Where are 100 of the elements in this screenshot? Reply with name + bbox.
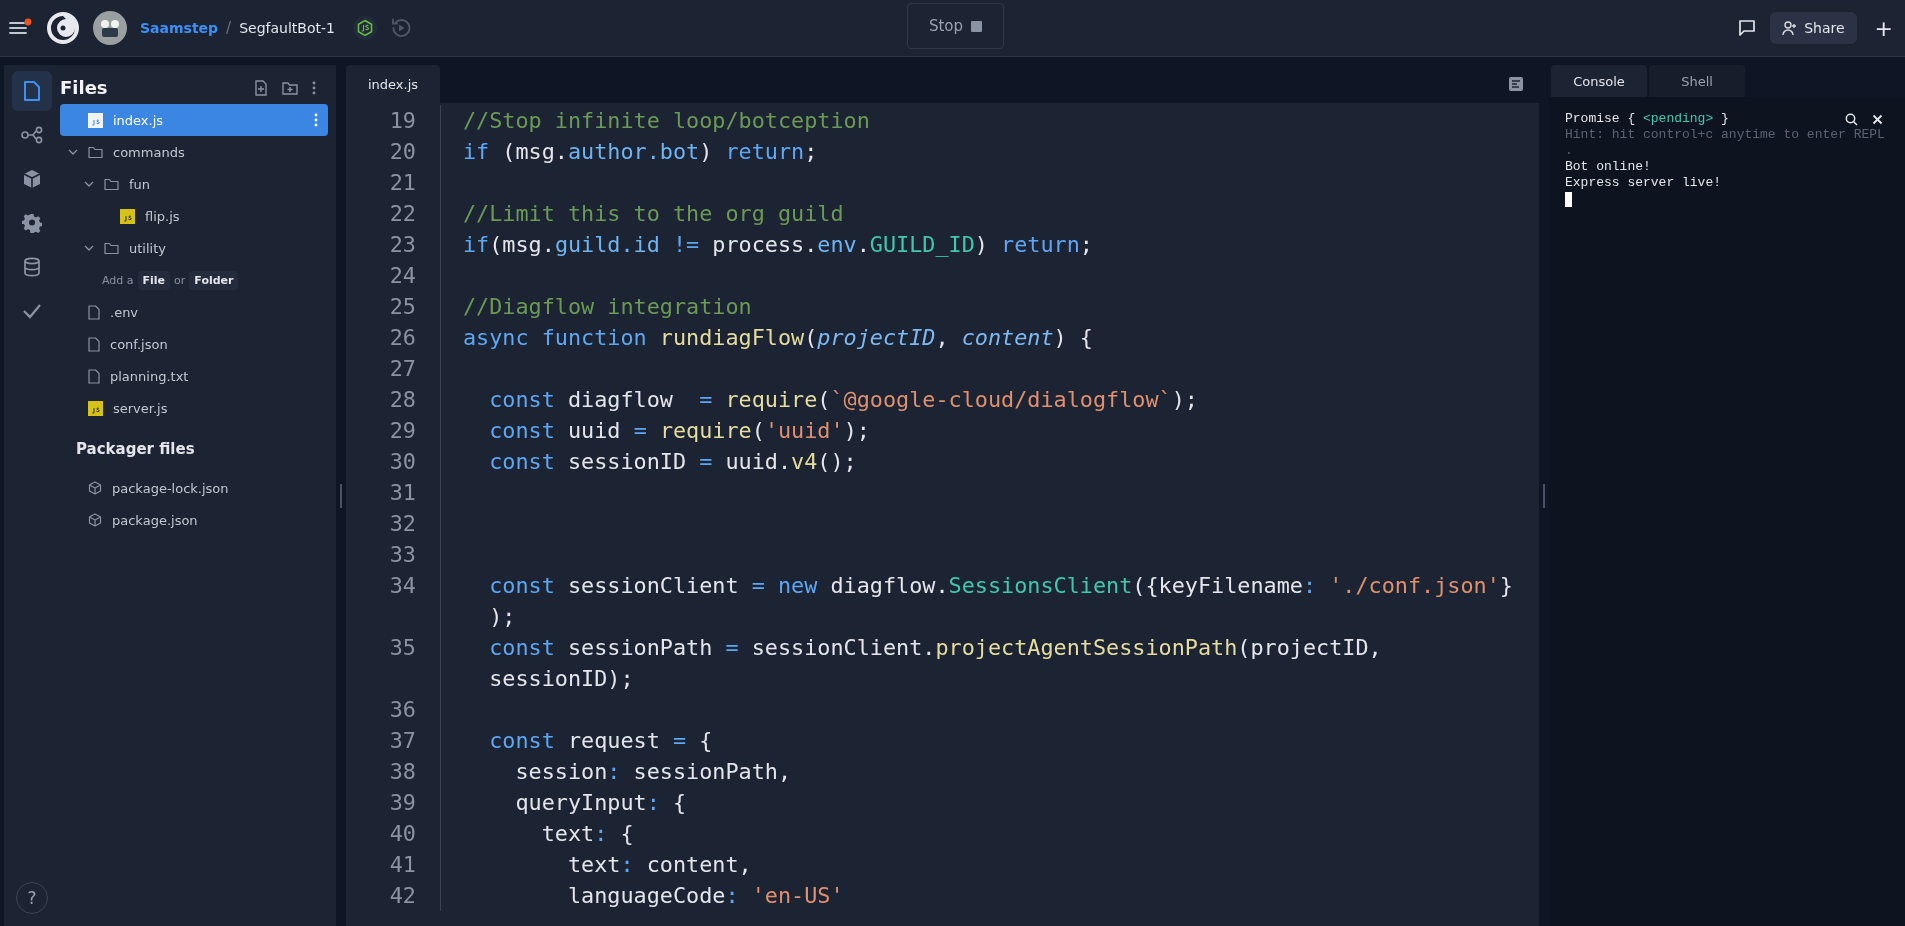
code-line: //Diagflow integration [463, 294, 752, 319]
js-file-icon [120, 208, 135, 224]
repl-name[interactable]: SegfaultBot-1 [239, 20, 335, 36]
file-tree-item[interactable]: package.json [60, 504, 328, 536]
stop-icon [971, 20, 983, 32]
code-line: const sessionID = uuid.v4(); [488, 449, 857, 474]
line-number: 31 [388, 479, 416, 507]
new-file-icon[interactable] [254, 79, 268, 96]
line-number: 37 [388, 727, 416, 755]
add-button[interactable]: + [1870, 15, 1897, 41]
empty-folder-hint: Add a [102, 273, 134, 287]
line-number: 19 [388, 107, 416, 135]
file-tree-item[interactable]: conf.json [60, 328, 328, 360]
line-number: 21 [388, 169, 416, 197]
line-number: 28 [388, 386, 416, 414]
add-folder-button[interactable]: Folder [189, 270, 239, 290]
console-line: Promise { <pending> } [1565, 111, 1729, 127]
line-number: 39 [388, 789, 416, 817]
logo-icon[interactable] [46, 11, 80, 45]
close-icon[interactable] [1872, 114, 1883, 125]
code-line: languageCode: 'en-US' [566, 883, 844, 908]
line-number: 24 [388, 262, 416, 290]
line-number: 36 [388, 696, 416, 724]
more-icon[interactable] [314, 113, 318, 127]
folder-icon [88, 145, 103, 159]
code-line: //Limit this to the org guild [463, 201, 844, 226]
file-icon [88, 368, 100, 384]
line-number: 41 [388, 851, 416, 879]
text-cursor [1565, 192, 1572, 207]
check-icon [22, 303, 42, 319]
search-icon[interactable] [1845, 113, 1858, 126]
line-number: 22 [388, 200, 416, 228]
owner-link[interactable]: Saamstep [140, 20, 219, 36]
folder-icon [104, 241, 119, 255]
chevron-down-icon[interactable] [84, 243, 94, 253]
nodejs-icon[interactable] [352, 16, 377, 40]
line-number: 42 [388, 882, 416, 910]
line-number: 30 [388, 448, 416, 476]
file-tree-item[interactable]: index.js [60, 104, 328, 136]
code-line: sessionID); [488, 666, 634, 691]
line-number: 34 [388, 572, 416, 600]
code-line: text: { [540, 821, 634, 846]
code-line: const sessionPath = sessionClient.projectAgentSessionPath(projectID, [488, 635, 1382, 660]
share-button[interactable]: Share [1770, 12, 1857, 44]
file-tree-item[interactable]: package-lock.json [60, 472, 328, 504]
line-number: 33 [388, 541, 416, 569]
console-line: Express server live! [1565, 175, 1722, 191]
file-tree-item[interactable]: commands [60, 136, 328, 168]
file-tree-item[interactable]: flip.js [60, 200, 328, 232]
line-number: 35 [388, 634, 416, 662]
share-nodes-icon [20, 126, 44, 144]
code-line: queryInput: { [514, 790, 687, 815]
new-folder-icon[interactable] [282, 80, 298, 95]
sidebar-tab[interactable] [12, 71, 52, 111]
line-number: 27 [388, 355, 416, 383]
file-tree-item[interactable]: .env [60, 296, 328, 328]
line-number: 38 [388, 758, 416, 786]
js-file-icon [88, 400, 103, 416]
console-tab[interactable]: Console [1551, 65, 1647, 97]
code-line: ); [488, 604, 516, 629]
code-line: const request = { [488, 728, 713, 753]
file-tree-item[interactable]: fun [60, 168, 328, 200]
chevron-down-icon[interactable] [84, 179, 94, 189]
console-line: Bot online! [1565, 159, 1651, 175]
file-tree-item[interactable]: utility [60, 232, 328, 264]
code-line: text: content, [566, 852, 752, 877]
more-icon[interactable] [312, 80, 316, 95]
file-icon [88, 336, 100, 352]
cube-icon [22, 169, 42, 189]
line-number: 25 [388, 293, 416, 321]
avatar-icon[interactable] [92, 10, 128, 46]
database-icon [23, 257, 41, 277]
line-number: 26 [388, 324, 416, 352]
chat-icon[interactable] [1738, 19, 1757, 37]
add-user-icon [1782, 20, 1799, 36]
file-icon [22, 80, 42, 102]
folder-icon [104, 177, 119, 191]
console-tab[interactable]: Shell [1649, 65, 1745, 97]
js-file-icon [88, 112, 103, 128]
editor-tab[interactable]: index.js [346, 65, 441, 103]
line-number: 32 [388, 510, 416, 538]
layout-icon[interactable] [1509, 77, 1523, 91]
stop-button[interactable]: Stop [907, 3, 1004, 49]
code-line: const sessionClient = new diagflow.SessionsClient({keyFilename: './conf.json'} [488, 573, 1513, 598]
file-tree-item[interactable]: server.js [60, 392, 328, 424]
empty-folder-hint: or [174, 273, 186, 287]
settings-icon [22, 213, 42, 233]
section-title: Packager files [75, 439, 196, 460]
code-line: if (msg.author.bot) return; [463, 139, 818, 164]
cube-icon [88, 513, 102, 527]
add-file-button[interactable]: File [137, 270, 171, 290]
line-number: 29 [388, 417, 416, 445]
cube-icon [88, 481, 102, 495]
line-number: 40 [388, 820, 416, 848]
chevron-down-icon[interactable] [68, 147, 78, 157]
code-line: async function rundiagFlow(projectID, content) { [463, 325, 1093, 350]
console-line: . [1565, 143, 1573, 159]
file-tree-item[interactable]: planning.txt [60, 360, 328, 392]
line-number: 23 [388, 231, 416, 259]
code-line: const diagflow = require(`@google-cloud/dialogflow`); [488, 387, 1198, 412]
